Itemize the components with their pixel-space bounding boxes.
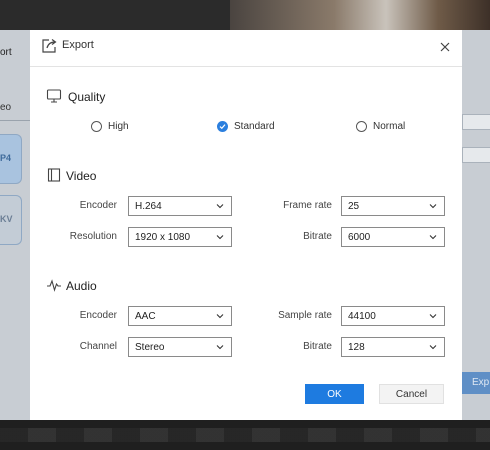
export-dialog: Export Quality High Standard Normal Vide… <box>30 30 462 420</box>
background-field <box>462 147 490 163</box>
radio-circle <box>91 121 102 132</box>
video-frame-rate-select[interactable]: 25 <box>341 196 445 216</box>
chevron-down-icon <box>429 235 437 240</box>
audio-bitrate-label: Bitrate <box>303 341 332 352</box>
export-icon <box>42 39 57 53</box>
check-icon <box>219 124 226 130</box>
radio-label: Normal <box>373 121 406 132</box>
video-encoder-label: Encoder <box>79 200 117 211</box>
dialog-title: Export <box>62 39 94 51</box>
quality-radio-normal[interactable]: Normal <box>356 121 405 132</box>
chevron-down-icon <box>429 204 437 209</box>
video-bitrate-label: Bitrate <box>303 231 332 242</box>
ok-button[interactable]: OK <box>305 384 364 404</box>
background-left-video-label: eo <box>0 102 12 113</box>
select-value: 25 <box>348 201 360 212</box>
select-value: 1920 x 1080 <box>135 232 191 243</box>
background-card-label: P4 <box>0 153 12 163</box>
chevron-down-icon <box>216 235 224 240</box>
select-value: AAC <box>135 311 156 322</box>
chevron-down-icon <box>216 345 224 350</box>
audio-bitrate-select[interactable]: 128 <box>341 337 445 357</box>
background-field <box>462 114 490 130</box>
audio-sample-rate-select[interactable]: 44100 <box>341 306 445 326</box>
video-section-title: Video <box>66 169 97 183</box>
quality-radio-high[interactable]: High <box>91 121 129 132</box>
radio-label: Standard <box>234 121 275 132</box>
video-frame-rate-label: Frame rate <box>283 200 332 211</box>
background-timeline-strip <box>0 428 490 442</box>
close-icon <box>440 42 450 52</box>
chevron-down-icon <box>216 314 224 319</box>
background-export-button: Exp <box>462 372 490 394</box>
select-value: 6000 <box>348 232 371 243</box>
quality-section-title: Quality <box>68 90 106 104</box>
background-left-title: ort <box>0 47 12 58</box>
chevron-down-icon <box>429 345 437 350</box>
audio-encoder-select[interactable]: AAC <box>128 306 232 326</box>
video-encoder-select[interactable]: H.264 <box>128 196 232 216</box>
audio-encoder-label: Encoder <box>79 310 117 321</box>
film-icon <box>47 168 61 182</box>
audio-section-title: Audio <box>66 279 97 293</box>
waveform-icon <box>47 279 61 292</box>
quality-radio-standard[interactable]: Standard <box>217 121 275 132</box>
chevron-down-icon <box>216 204 224 209</box>
radio-label: High <box>108 121 129 132</box>
radio-checked <box>217 121 228 132</box>
audio-channel-label: Channel <box>79 341 117 352</box>
background-right-panel <box>462 30 490 420</box>
dialog-titlebar: Export <box>30 30 462 66</box>
video-resolution-select[interactable]: 1920 x 1080 <box>128 227 232 247</box>
close-button[interactable] <box>434 36 456 58</box>
select-value: H.264 <box>135 201 162 212</box>
select-value: 128 <box>348 342 365 353</box>
background-divider <box>0 120 30 121</box>
radio-circle <box>356 121 367 132</box>
background-format-card-mp4: P4 <box>0 134 22 184</box>
background-format-card-mkv: KV <box>0 195 22 245</box>
cancel-button[interactable]: Cancel <box>379 384 444 404</box>
audio-sample-rate-label: Sample rate <box>278 310 332 321</box>
select-value: 44100 <box>348 311 376 322</box>
audio-channel-select[interactable]: Stereo <box>128 337 232 357</box>
monitor-icon <box>46 89 62 103</box>
video-resolution-label: Resolution <box>69 231 117 242</box>
titlebar-divider <box>30 66 462 67</box>
background-preview-image <box>230 0 490 30</box>
video-bitrate-select[interactable]: 6000 <box>341 227 445 247</box>
background-card-label: KV <box>0 214 13 224</box>
select-value: Stereo <box>135 342 165 353</box>
chevron-down-icon <box>429 314 437 319</box>
